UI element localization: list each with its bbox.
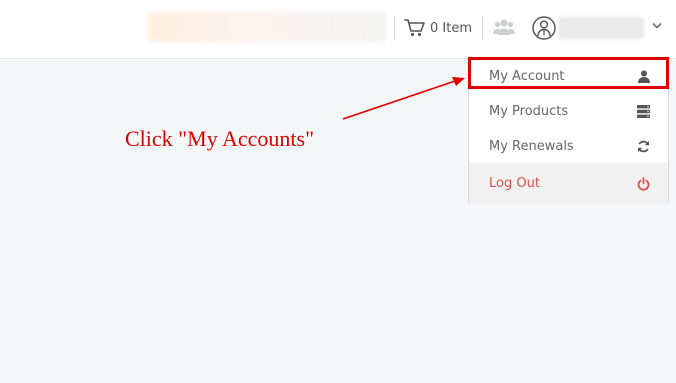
annotation-text: Click "My Accounts"	[125, 126, 315, 151]
annotation-arrow	[342, 77, 465, 120]
